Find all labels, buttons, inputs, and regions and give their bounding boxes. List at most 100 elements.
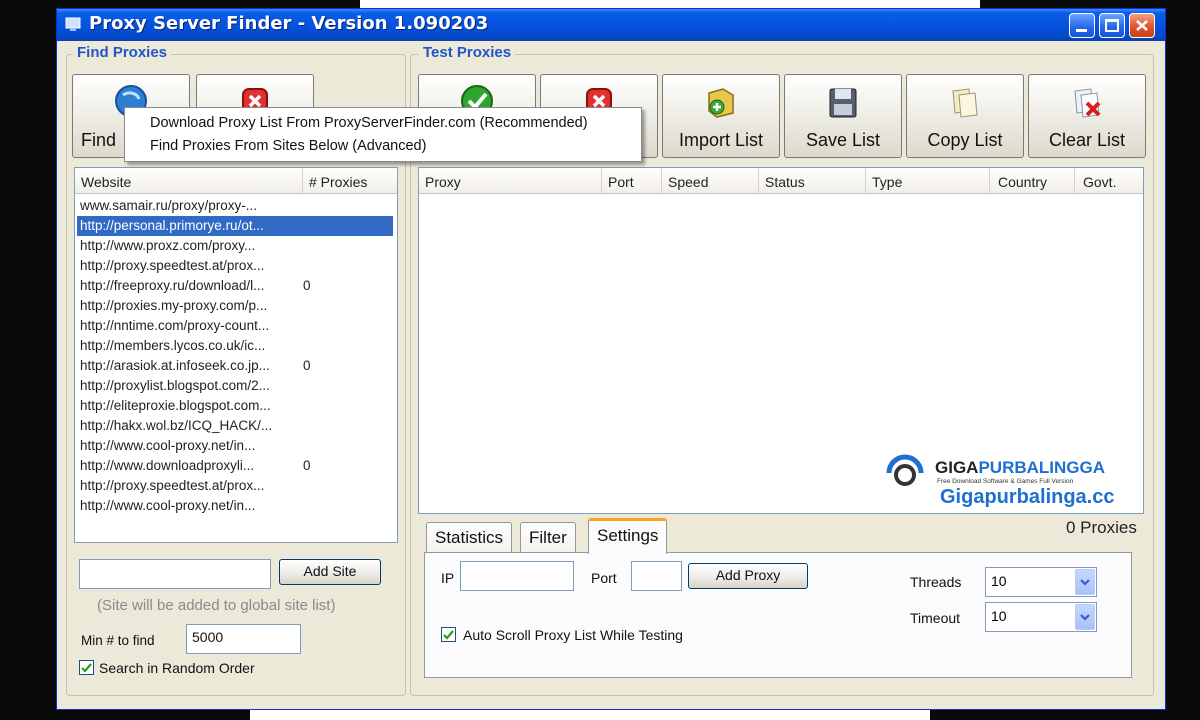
website-list[interactable]: Website # Proxies www.samair.ru/proxy/pr…	[74, 167, 398, 543]
list-item[interactable]: http://proxy.speedtest.at/prox...	[77, 476, 393, 496]
tab-filter[interactable]: Filter	[520, 522, 576, 552]
site-url: http://members.lycos.co.uk/ic...	[80, 338, 266, 353]
watermark-brand-b: PURBALINGGA	[978, 458, 1106, 477]
column-status[interactable]: Status	[759, 168, 866, 194]
maximize-button[interactable]	[1099, 13, 1125, 38]
minimize-button[interactable]	[1069, 13, 1095, 38]
list-item[interactable]: http://freeproxy.ru/download/l... 0	[77, 276, 393, 296]
add-site-note: (Site will be added to global site list)	[97, 597, 336, 614]
site-url: http://freeproxy.ru/download/l...	[80, 278, 265, 293]
site-proxy-count: 0	[303, 358, 311, 373]
tab-settings[interactable]: Settings	[588, 518, 668, 554]
import-list-label: Import List	[678, 130, 764, 150]
column-website[interactable]: Website	[75, 168, 303, 194]
site-url: http://www.cool-proxy.net/in...	[80, 498, 256, 513]
add-proxy-button[interactable]: Add Proxy	[688, 563, 808, 589]
site-proxy-count: 0	[303, 458, 311, 473]
menu-item-download-list[interactable]: Download Proxy List From ProxyServerFind…	[150, 115, 588, 131]
list-item[interactable]: http://hakx.wol.bz/ICQ_HACK/...	[77, 416, 393, 436]
checkmark-icon	[81, 663, 92, 673]
import-folder-icon	[708, 88, 734, 118]
ip-label: IP	[441, 570, 455, 586]
random-order-checkbox[interactable]	[79, 660, 94, 675]
column-country[interactable]: Country	[990, 168, 1075, 194]
site-url: http://www.proxz.com/proxy...	[80, 238, 256, 253]
list-item[interactable]: http://www.cool-proxy.net/in...	[77, 436, 393, 456]
column-port[interactable]: Port	[602, 168, 662, 194]
title-bar[interactable]: Proxy Server Finder - Version 1.090203	[57, 9, 1165, 41]
site-url: http://www.downloadproxyli...	[80, 458, 255, 473]
close-icon	[1136, 20, 1148, 31]
site-proxy-count: 0	[303, 278, 311, 293]
list-item[interactable]: http://proxies.my-proxy.com/p...	[77, 296, 393, 316]
floppy-disk-icon	[829, 88, 857, 118]
clear-pages-icon	[1074, 88, 1101, 118]
proxy-count: 0 Proxies	[1066, 518, 1137, 537]
frame-left	[0, 0, 56, 720]
list-item[interactable]: http://members.lycos.co.uk/ic...	[77, 336, 393, 356]
watermark-brand-a: GIGA	[935, 458, 979, 477]
checkmark-icon	[443, 630, 454, 640]
timeout-select[interactable]: 10	[985, 602, 1097, 632]
site-url: www.samair.ru/proxy/proxy-...	[80, 198, 258, 213]
site-url: http://arasiok.at.infoseek.co.jp...	[80, 358, 270, 373]
find-button-label: Find	[81, 130, 117, 150]
test-proxies-title: Test Proxies	[419, 44, 516, 61]
window-title: Proxy Server Finder - Version 1.090203	[89, 13, 489, 34]
app-icon	[65, 17, 81, 31]
auto-scroll-checkbox[interactable]	[441, 627, 456, 642]
frame-right	[1166, 0, 1200, 720]
add-site-input[interactable]	[79, 559, 271, 589]
site-url: http://proxy.speedtest.at/prox...	[80, 258, 265, 273]
save-list-label: Save List	[805, 130, 881, 150]
chevron-down-icon[interactable]	[1075, 604, 1095, 630]
min-to-find-input[interactable]: 5000	[186, 624, 301, 654]
column-govt[interactable]: Govt.	[1075, 168, 1143, 194]
add-site-button[interactable]: Add Site	[279, 559, 381, 585]
min-to-find-label: Min # to find	[81, 633, 155, 648]
minimize-icon	[1076, 29, 1087, 32]
copy-list-button[interactable]: Copy List	[906, 74, 1024, 158]
port-input[interactable]	[631, 561, 682, 591]
copy-list-label: Copy List	[927, 130, 1003, 150]
column-speed[interactable]: Speed	[662, 168, 759, 194]
watermark-url: Gigapurbalinga.cc	[940, 486, 1115, 508]
find-proxies-title: Find Proxies	[73, 44, 172, 61]
site-url: http://eliteproxie.blogspot.com...	[80, 398, 271, 413]
list-item[interactable]: http://www.cool-proxy.net/in...	[77, 496, 393, 516]
site-url: http://proxy.speedtest.at/prox...	[80, 478, 265, 493]
timeout-label: Timeout	[910, 610, 961, 626]
column-proxies[interactable]: # Proxies	[303, 168, 397, 194]
clear-list-button[interactable]: Clear List	[1028, 74, 1146, 158]
list-item[interactable]: http://personal.primorye.ru/ot...	[77, 216, 393, 236]
site-url: http://proxylist.blogspot.com/2...	[80, 378, 270, 393]
threads-value: 10	[991, 573, 1007, 589]
site-url: http://www.cool-proxy.net/in...	[80, 438, 256, 453]
list-item[interactable]: http://nntime.com/proxy-count...	[77, 316, 393, 336]
list-item[interactable]: http://arasiok.at.infoseek.co.jp... 0	[77, 356, 393, 376]
ip-input[interactable]	[460, 561, 574, 591]
import-list-button[interactable]: Import List	[662, 74, 780, 158]
random-order-label: Search in Random Order	[99, 660, 255, 676]
chevron-down-icon[interactable]	[1075, 569, 1095, 595]
maximize-icon	[1105, 19, 1119, 32]
close-button[interactable]	[1129, 13, 1155, 38]
list-item[interactable]: http://www.proxz.com/proxy...	[77, 236, 393, 256]
column-type[interactable]: Type	[866, 168, 990, 194]
menu-item-find-from-sites[interactable]: Find Proxies From Sites Below (Advanced)	[150, 138, 426, 154]
column-proxy[interactable]: Proxy	[419, 168, 602, 194]
site-url: http://proxies.my-proxy.com/p...	[80, 298, 268, 313]
list-item[interactable]: http://eliteproxie.blogspot.com...	[77, 396, 393, 416]
save-list-button[interactable]: Save List	[784, 74, 902, 158]
list-item[interactable]: http://www.downloadproxyli... 0	[77, 456, 393, 476]
list-item[interactable]: http://proxylist.blogspot.com/2...	[77, 376, 393, 396]
clear-list-label: Clear List	[1048, 130, 1126, 150]
site-url: http://hakx.wol.bz/ICQ_HACK/...	[80, 418, 273, 433]
list-item[interactable]: http://proxy.speedtest.at/prox...	[77, 256, 393, 276]
threads-label: Threads	[910, 574, 962, 590]
port-label: Port	[591, 570, 617, 586]
list-item[interactable]: www.samair.ru/proxy/proxy-...	[77, 196, 393, 216]
threads-select[interactable]: 10	[985, 567, 1097, 597]
tab-statistics[interactable]: Statistics	[426, 522, 513, 552]
auto-scroll-label: Auto Scroll Proxy List While Testing	[463, 627, 683, 643]
